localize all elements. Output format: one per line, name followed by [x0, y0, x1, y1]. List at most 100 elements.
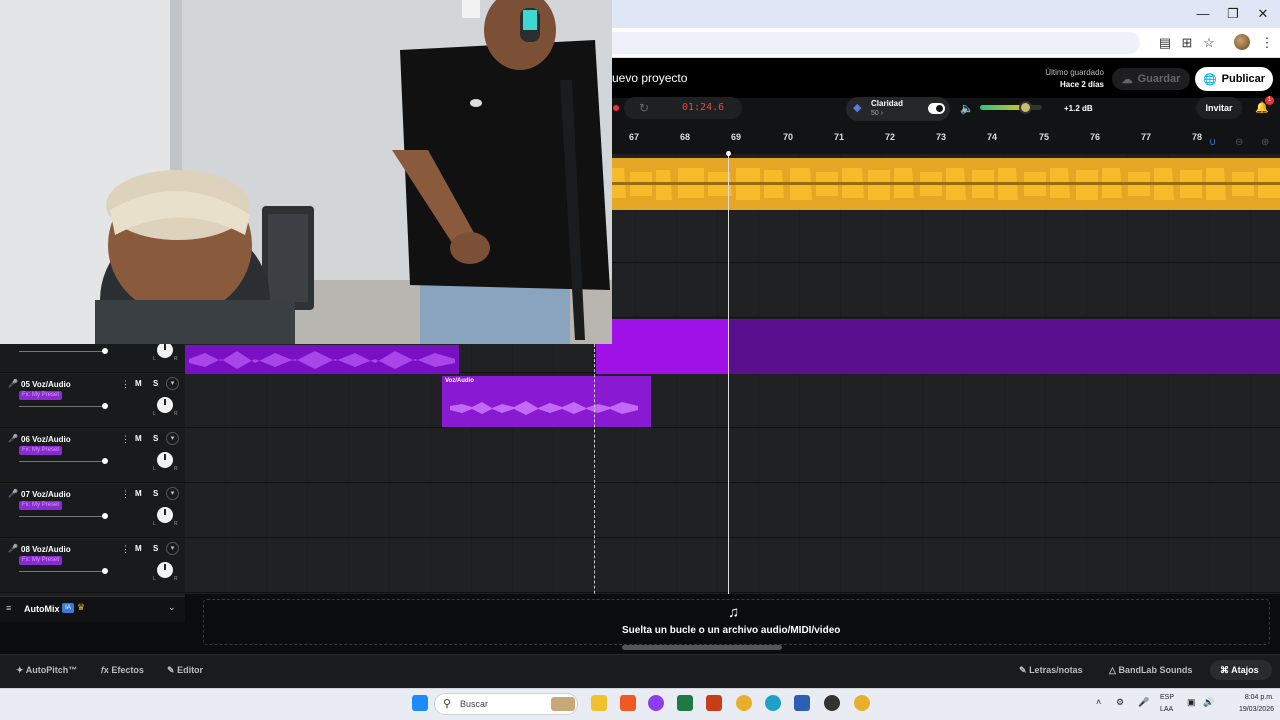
master-volume-knob[interactable]: [1018, 101, 1032, 114]
shortcuts-button[interactable]: ⌘ Atajos: [1220, 665, 1259, 676]
automix-label[interactable]: AutoMix: [24, 604, 60, 614]
track-lane[interactable]: [185, 539, 1280, 593]
word-icon[interactable]: [794, 695, 810, 711]
track-volume-knob[interactable]: [102, 348, 108, 354]
fx-preset-chip[interactable]: Fx: My Preset: [19, 501, 63, 510]
browser-menu-icon[interactable]: ⋮: [1258, 34, 1276, 52]
lyrics-button[interactable]: ✎ Letras/notas: [1019, 665, 1083, 676]
effects-button[interactable]: 𝑓x Efectos: [101, 665, 144, 676]
fx-preset-chip[interactable]: Fx: My Preset: [19, 446, 63, 455]
reading-mode-icon[interactable]: ▤: [1156, 34, 1174, 52]
audio-clip-beat[interactable]: [612, 158, 1280, 210]
horizontal-scrollbar[interactable]: [622, 645, 782, 650]
edge-icon[interactable]: [765, 695, 781, 711]
pan-knob[interactable]: [157, 507, 173, 523]
close-icon[interactable]: ✕: [1248, 6, 1278, 22]
track-volume-knob[interactable]: [102, 458, 108, 464]
chevron-down-icon[interactable]: ▾: [166, 377, 179, 390]
mute-button[interactable]: M: [135, 379, 142, 388]
audio-clip-track04-b[interactable]: [596, 319, 728, 374]
chevron-down-icon[interactable]: ▾: [166, 542, 179, 555]
clock-date[interactable]: 19/03/2026: [1226, 706, 1274, 713]
speaker-icon[interactable]: 🔈: [960, 102, 974, 115]
minimize-icon[interactable]: —: [1188, 6, 1218, 21]
editor-button[interactable]: ✎ Editor: [167, 665, 203, 676]
track-volume-slider[interactable]: [19, 461, 105, 462]
firefox-icon[interactable]: [648, 695, 664, 711]
publish-button[interactable]: 🌐 Publicar: [1195, 67, 1273, 91]
excel-icon[interactable]: [677, 695, 693, 711]
track-header-05[interactable]: 🎤 05 Voz/Audio ⋮ M S ▾ Fx: My Preset L R: [0, 374, 185, 428]
language-line2[interactable]: LAA: [1160, 706, 1173, 713]
save-button[interactable]: ☁ Guardar: [1112, 68, 1190, 90]
loop-icon[interactable]: ↻: [639, 101, 649, 115]
pan-knob[interactable]: [157, 397, 173, 413]
track-lane[interactable]: [185, 429, 1280, 483]
chrome-icon[interactable]: [736, 695, 752, 711]
pan-knob[interactable]: [157, 342, 173, 358]
install-app-icon[interactable]: ⊞: [1178, 34, 1196, 52]
magnet-icon[interactable]: ∪: [1209, 137, 1216, 148]
windows-start-icon[interactable]: [412, 695, 428, 711]
file-explorer-icon[interactable]: [591, 695, 607, 711]
chevron-up-icon[interactable]: ˄: [1096, 697, 1101, 707]
record-icon[interactable]: [613, 105, 619, 111]
mute-button[interactable]: M: [135, 489, 142, 498]
track-menu-icon[interactable]: ⋮: [121, 434, 130, 445]
autopitch-button[interactable]: ✦ AutoPitch™: [16, 665, 77, 676]
microphone-icon[interactable]: 🎤: [1138, 697, 1149, 708]
maximize-icon[interactable]: ❐: [1218, 6, 1248, 22]
display-icon[interactable]: ▣: [1187, 697, 1196, 708]
clarity-toggle[interactable]: [928, 103, 945, 114]
solo-button[interactable]: S: [153, 489, 158, 498]
track-volume-slider[interactable]: [19, 351, 105, 352]
solo-button[interactable]: S: [153, 544, 158, 553]
obs-icon[interactable]: [824, 695, 840, 711]
track-volume-knob[interactable]: [102, 513, 108, 519]
fx-preset-chip[interactable]: Fx: My Preset: [19, 391, 63, 400]
zoom-out-icon[interactable]: ⊖: [1235, 137, 1243, 148]
mute-button[interactable]: M: [135, 544, 142, 553]
chrome-profile-icon[interactable]: [854, 695, 870, 711]
pan-knob[interactable]: [157, 562, 173, 578]
volume-icon[interactable]: 🔊: [1203, 697, 1214, 708]
language-line1[interactable]: ESP: [1160, 694, 1174, 701]
track-menu-icon[interactable]: ⋮: [121, 379, 130, 390]
track-name[interactable]: 05 Voz/Audio: [21, 380, 71, 389]
invite-button[interactable]: Invitar: [1196, 97, 1242, 119]
fx-preset-chip[interactable]: Fx: My Preset: [19, 556, 63, 565]
track-name[interactable]: 08 Voz/Audio: [21, 545, 71, 554]
zoom-in-icon[interactable]: ⊕: [1261, 137, 1269, 148]
project-title[interactable]: uevo proyecto: [612, 71, 687, 85]
track-lane[interactable]: [185, 484, 1280, 538]
profile-avatar[interactable]: [1234, 34, 1250, 50]
bandlab-sounds-button[interactable]: △ BandLab Sounds: [1109, 665, 1192, 676]
audio-clip-track04-c[interactable]: [728, 319, 1280, 374]
track-name[interactable]: 06 Voz/Audio: [21, 435, 71, 444]
track-menu-icon[interactable]: ⋮: [121, 544, 130, 555]
audio-clip-track05[interactable]: Voz/Audio: [442, 376, 651, 427]
track-name[interactable]: 07 Voz/Audio: [21, 490, 71, 499]
playhead[interactable]: [728, 154, 729, 650]
track-header-07[interactable]: 🎤 07 Voz/Audio ⋮ M S ▾ Fx: My Preset L R: [0, 484, 185, 538]
url-field[interactable]: [560, 32, 1140, 54]
track-header-06[interactable]: 🎤 06 Voz/Audio ⋮ M S ▾ Fx: My Preset L R: [0, 429, 185, 483]
track-volume-slider[interactable]: [19, 516, 105, 517]
powerpoint-icon[interactable]: [706, 695, 722, 711]
track-volume-slider[interactable]: [19, 406, 105, 407]
audio-clip-track04-a[interactable]: [185, 345, 459, 374]
solo-button[interactable]: S: [153, 434, 158, 443]
clock-time[interactable]: 8:04 p.m.: [1226, 694, 1274, 701]
track-menu-icon[interactable]: ⋮: [121, 489, 130, 500]
chevron-down-icon[interactable]: ▾: [166, 487, 179, 500]
track-volume-knob[interactable]: [102, 568, 108, 574]
chevron-down-icon[interactable]: ⌄: [168, 602, 176, 613]
track-volume-knob[interactable]: [102, 403, 108, 409]
tray-app-icon[interactable]: ⚙: [1116, 697, 1124, 708]
mute-button[interactable]: M: [135, 434, 142, 443]
brave-icon[interactable]: [620, 695, 636, 711]
chevron-down-icon[interactable]: ▾: [166, 432, 179, 445]
bookmark-star-icon[interactable]: ☆: [1200, 34, 1218, 52]
track-volume-slider[interactable]: [19, 571, 105, 572]
playhead-handle[interactable]: [726, 151, 731, 156]
